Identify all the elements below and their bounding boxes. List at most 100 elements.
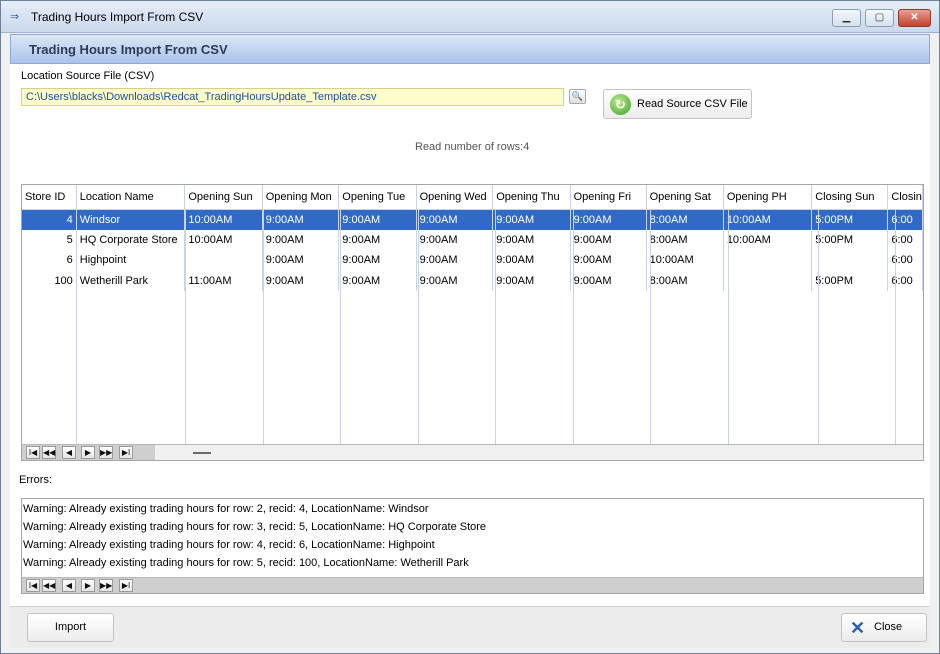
table-cell: 5:00PM bbox=[811, 270, 889, 291]
errors-list[interactable]: Warning: Already existing trading hours … bbox=[21, 498, 924, 594]
table-cell: 9:00AM bbox=[262, 250, 340, 271]
trading-hours-grid[interactable]: Store ID Location Name Opening Sun Opening … bbox=[21, 184, 924, 461]
table-cell: 9:00AM bbox=[262, 229, 340, 250]
table-cell bbox=[723, 270, 813, 291]
search-icon: 🔍 bbox=[571, 91, 584, 101]
table-cell: HQ Corporate Store bbox=[76, 229, 186, 250]
source-file-input[interactable] bbox=[21, 88, 564, 106]
scrollbar-thumb[interactable] bbox=[193, 452, 211, 454]
nav-next-page-button[interactable]: ▶▶ bbox=[99, 446, 113, 459]
nav-prev-page-button[interactable]: ◀◀ bbox=[42, 446, 56, 459]
browse-file-button[interactable]: 🔍 bbox=[569, 89, 586, 104]
column-header[interactable]: Opening Thu bbox=[492, 185, 571, 210]
page-title: Trading Hours Import From CSV bbox=[29, 42, 228, 57]
minimize-button[interactable]: ▁ bbox=[832, 9, 861, 27]
table-cell: 9:00AM bbox=[570, 209, 647, 230]
table-cell: 10:00AM bbox=[723, 209, 813, 230]
table-cell: 9:00AM bbox=[416, 229, 494, 250]
table-cell: 9:00AM bbox=[262, 270, 340, 291]
column-header[interactable]: Opening Sun bbox=[184, 185, 263, 210]
errors-label: Errors: bbox=[19, 474, 52, 486]
table-cell: 6:00 bbox=[887, 209, 923, 230]
import-label: Import bbox=[54, 621, 87, 633]
table-cell: 9:00AM bbox=[338, 229, 417, 250]
table-cell: 6 bbox=[22, 250, 77, 271]
source-file-label: Location Source File (CSV) bbox=[21, 70, 155, 82]
close-button[interactable]: ✕ Close bbox=[841, 613, 927, 642]
table-cell: 9:00AM bbox=[338, 209, 417, 230]
table-cell: 9:00AM bbox=[416, 270, 494, 291]
close-label: Close bbox=[874, 621, 903, 633]
column-header[interactable]: Opening Mon bbox=[262, 185, 340, 210]
refresh-icon: ↻ bbox=[610, 94, 631, 115]
nav-first-button[interactable]: I◀ bbox=[26, 579, 40, 592]
error-line: Warning: Already existing trading hours … bbox=[23, 521, 487, 533]
title-bar[interactable]: ⇒ Trading Hours Import From CSV ▁ ▢ ✕ bbox=[1, 1, 939, 33]
table-cell: 5 bbox=[22, 229, 77, 250]
nav-prev-button[interactable]: ◀ bbox=[62, 579, 76, 592]
nav-last-button[interactable]: ▶I bbox=[119, 446, 133, 459]
table-cell: 9:00AM bbox=[570, 250, 647, 271]
table-cell: 9:00AM bbox=[570, 270, 647, 291]
table-cell: 100 bbox=[22, 270, 77, 291]
column-header[interactable]: Closing Sun bbox=[811, 185, 889, 210]
nav-next-button[interactable]: ▶ bbox=[81, 579, 95, 592]
read-source-csv-button[interactable]: ↻ Read Source CSV File bbox=[603, 89, 752, 119]
table-cell: 9:00AM bbox=[262, 209, 340, 230]
nav-next-button[interactable]: ▶ bbox=[81, 446, 95, 459]
nav-prev-button[interactable]: ◀ bbox=[62, 446, 76, 459]
grid-table: Store ID Location Name Opening Sun Opening … bbox=[22, 185, 923, 291]
read-source-csv-label: Read Source CSV File bbox=[637, 98, 748, 110]
column-header[interactable]: Location Name bbox=[76, 185, 186, 210]
close-icon: ✕ bbox=[850, 618, 866, 638]
table-cell: 10:00AM bbox=[646, 250, 724, 271]
table-cell: 9:00AM bbox=[492, 229, 571, 250]
table-cell: 9:00AM bbox=[338, 250, 417, 271]
column-header[interactable]: Closin bbox=[887, 185, 923, 210]
column-header[interactable]: Store ID bbox=[22, 185, 77, 210]
close-window-button[interactable]: ✕ bbox=[898, 9, 931, 27]
error-line: Warning: Already existing trading hours … bbox=[23, 503, 429, 515]
table-cell: 9:00AM bbox=[492, 250, 571, 271]
table-cell: 6:00 bbox=[887, 250, 923, 271]
grid-header-row: Store ID Location Name Opening Sun Opening … bbox=[22, 185, 923, 210]
error-line: Warning: Already existing trading hours … bbox=[23, 539, 435, 551]
window-title: Trading Hours Import From CSV bbox=[31, 10, 204, 24]
errors-navigator: I◀ ◀◀ ◀ ▶ ▶▶ ▶I bbox=[22, 577, 923, 593]
table-cell: 9:00AM bbox=[492, 209, 571, 230]
column-header[interactable]: Opening Sat bbox=[646, 185, 724, 210]
table-cell: 8:00AM bbox=[646, 229, 724, 250]
error-line: Warning: Already existing trading hours … bbox=[23, 557, 469, 569]
bottom-bar bbox=[10, 606, 930, 648]
table-row[interactable]: 6 Highpoint 9:00AM 9:00AM 9:00AM 9:00AM 9:00AM… bbox=[22, 250, 923, 271]
app-icon: ⇒ bbox=[10, 11, 20, 23]
nav-first-button[interactable]: I◀ bbox=[26, 446, 40, 459]
table-row[interactable]: 4 Windsor 10:00AM 9:00AM 9:00AM 9:00AM 9:00AM 9… bbox=[22, 209, 923, 230]
table-cell bbox=[184, 250, 263, 271]
maximize-button[interactable]: ▢ bbox=[865, 9, 894, 27]
grid-navigator: I◀ ◀◀ ◀ ▶ ▶▶ ▶I bbox=[22, 444, 923, 460]
table-cell: 5:00PM bbox=[811, 229, 889, 250]
table-cell: 8:00AM bbox=[646, 270, 724, 291]
column-header[interactable]: Opening Fri bbox=[570, 185, 647, 210]
table-cell: Wetherill Park bbox=[76, 270, 186, 291]
table-cell: 10:00AM bbox=[723, 229, 813, 250]
rows-read-text: Read number of rows:4 bbox=[415, 141, 530, 153]
nav-prev-page-button[interactable]: ◀◀ bbox=[42, 579, 56, 592]
column-header[interactable]: Opening PH bbox=[723, 185, 813, 210]
nav-next-page-button[interactable]: ▶▶ bbox=[99, 579, 113, 592]
column-header[interactable]: Opening Tue bbox=[338, 185, 417, 210]
table-row[interactable]: 5 HQ Corporate Store 10:00AM 9:00AM 9:00AM 9:… bbox=[22, 229, 923, 250]
table-cell bbox=[811, 250, 889, 271]
table-cell bbox=[723, 250, 813, 271]
table-cell: 6:00 bbox=[887, 229, 923, 250]
column-header[interactable]: Opening Wed bbox=[416, 185, 494, 210]
table-cell: Highpoint bbox=[76, 250, 186, 271]
table-cell: 9:00AM bbox=[570, 229, 647, 250]
nav-last-button[interactable]: ▶I bbox=[119, 579, 133, 592]
import-button[interactable]: Import bbox=[27, 613, 114, 642]
table-row[interactable]: 100 Wetherill Park 11:00AM 9:00AM 9:00AM 9:00… bbox=[22, 270, 923, 291]
table-cell: Windsor bbox=[76, 209, 186, 230]
table-cell: 9:00AM bbox=[338, 270, 417, 291]
horizontal-scrollbar[interactable] bbox=[155, 445, 923, 460]
